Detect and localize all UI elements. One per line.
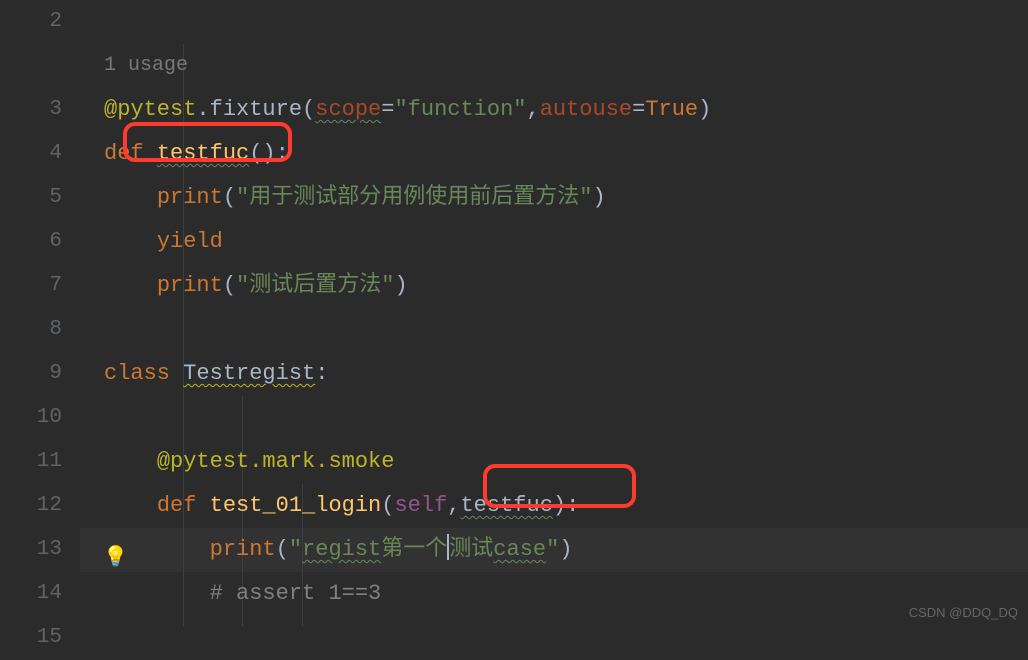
comment: # assert 1==3 bbox=[210, 581, 382, 606]
watermark: CSDN @DDQ_DQ bbox=[909, 605, 1018, 620]
token: ( bbox=[302, 97, 315, 122]
line-number bbox=[0, 44, 62, 88]
code-line[interactable]: class Testregist: bbox=[104, 352, 1028, 396]
usage-hint[interactable]: 1 usage bbox=[104, 44, 1028, 88]
decorator: @pytest.mark.smoke bbox=[157, 449, 395, 474]
builtin: print bbox=[157, 185, 223, 210]
token: ): bbox=[553, 493, 579, 518]
line-number: 8 bbox=[0, 308, 62, 352]
gutter: 2 3 4 5 6 7 8 9 10 11 12 13 14 15 bbox=[0, 0, 80, 626]
code-line[interactable]: print("用于测试部分用例使用前后置方法") bbox=[104, 176, 1028, 220]
line-number: 6 bbox=[0, 220, 62, 264]
token: (): bbox=[249, 141, 289, 166]
function-name: testfuc bbox=[157, 141, 249, 166]
line-number: 10 bbox=[0, 396, 62, 440]
line-number: 2 bbox=[0, 0, 62, 44]
line-number: 14 bbox=[0, 572, 62, 616]
string: "测试后置方法" bbox=[236, 273, 394, 298]
token: = bbox=[381, 97, 394, 122]
line-number: 12 bbox=[0, 484, 62, 528]
code-line[interactable] bbox=[104, 396, 1028, 440]
string: " bbox=[289, 537, 302, 562]
self: self bbox=[394, 493, 447, 518]
token: . bbox=[196, 97, 209, 122]
function-name: test_01_login bbox=[210, 493, 382, 518]
string: regist bbox=[302, 537, 381, 562]
token: fixture bbox=[210, 97, 302, 122]
code-line[interactable]: # assert 1==3 bbox=[104, 572, 1028, 616]
code-line[interactable]: yield bbox=[104, 220, 1028, 264]
param: testfuc bbox=[460, 493, 552, 518]
line-number: 9 bbox=[0, 352, 62, 396]
code-area[interactable]: 1 usage @pytest.fixture(scope="function"… bbox=[80, 0, 1028, 626]
code-line[interactable]: def test_01_login(self,testfuc): bbox=[104, 484, 1028, 528]
token: : bbox=[315, 361, 328, 386]
code-line[interactable]: @pytest.mark.smoke bbox=[104, 440, 1028, 484]
line-number: 4 bbox=[0, 132, 62, 176]
keyword: class bbox=[104, 361, 170, 386]
line-number: 3 bbox=[0, 88, 62, 132]
string: 第一个 bbox=[381, 537, 447, 562]
code-editor[interactable]: 2 3 4 5 6 7 8 9 10 11 12 13 14 15 1 usag… bbox=[0, 0, 1028, 626]
param-name: scope bbox=[315, 97, 381, 122]
bool: True bbox=[645, 97, 698, 122]
keyword: def bbox=[157, 493, 197, 518]
token: , bbox=[447, 493, 460, 518]
param-name: autouse bbox=[540, 97, 632, 122]
keyword: def bbox=[104, 141, 144, 166]
code-line[interactable] bbox=[104, 0, 1028, 44]
string: 测试 bbox=[449, 537, 493, 562]
class-name: Testregist bbox=[183, 361, 315, 386]
token: = bbox=[632, 97, 645, 122]
string: "function" bbox=[394, 97, 526, 122]
string: " bbox=[546, 537, 559, 562]
string: "用于测试部分用例使用前后置方法" bbox=[236, 185, 592, 210]
code-line[interactable] bbox=[104, 308, 1028, 352]
bulb-icon[interactable]: 💡 bbox=[103, 537, 128, 581]
line-number: 13 bbox=[0, 528, 62, 572]
code-line[interactable]: print("测试后置方法") bbox=[104, 264, 1028, 308]
keyword: yield bbox=[157, 229, 223, 254]
line-number: 7 bbox=[0, 264, 62, 308]
code-line[interactable]: def testfuc(): bbox=[104, 132, 1028, 176]
line-number: 15 bbox=[0, 616, 62, 660]
token: ( bbox=[381, 493, 394, 518]
code-line[interactable]: print("regist第一个测试case") bbox=[104, 528, 1028, 572]
token: , bbox=[527, 97, 540, 122]
string: case bbox=[493, 537, 546, 562]
decorator: @pytest bbox=[104, 97, 196, 122]
builtin: print bbox=[157, 273, 223, 298]
token: ) bbox=[698, 97, 711, 122]
code-line[interactable]: @pytest.fixture(scope="function",autouse… bbox=[104, 88, 1028, 132]
builtin: print bbox=[210, 537, 276, 562]
line-number: 11 bbox=[0, 440, 62, 484]
line-number: 5 bbox=[0, 176, 62, 220]
code-line[interactable] bbox=[104, 616, 1028, 660]
